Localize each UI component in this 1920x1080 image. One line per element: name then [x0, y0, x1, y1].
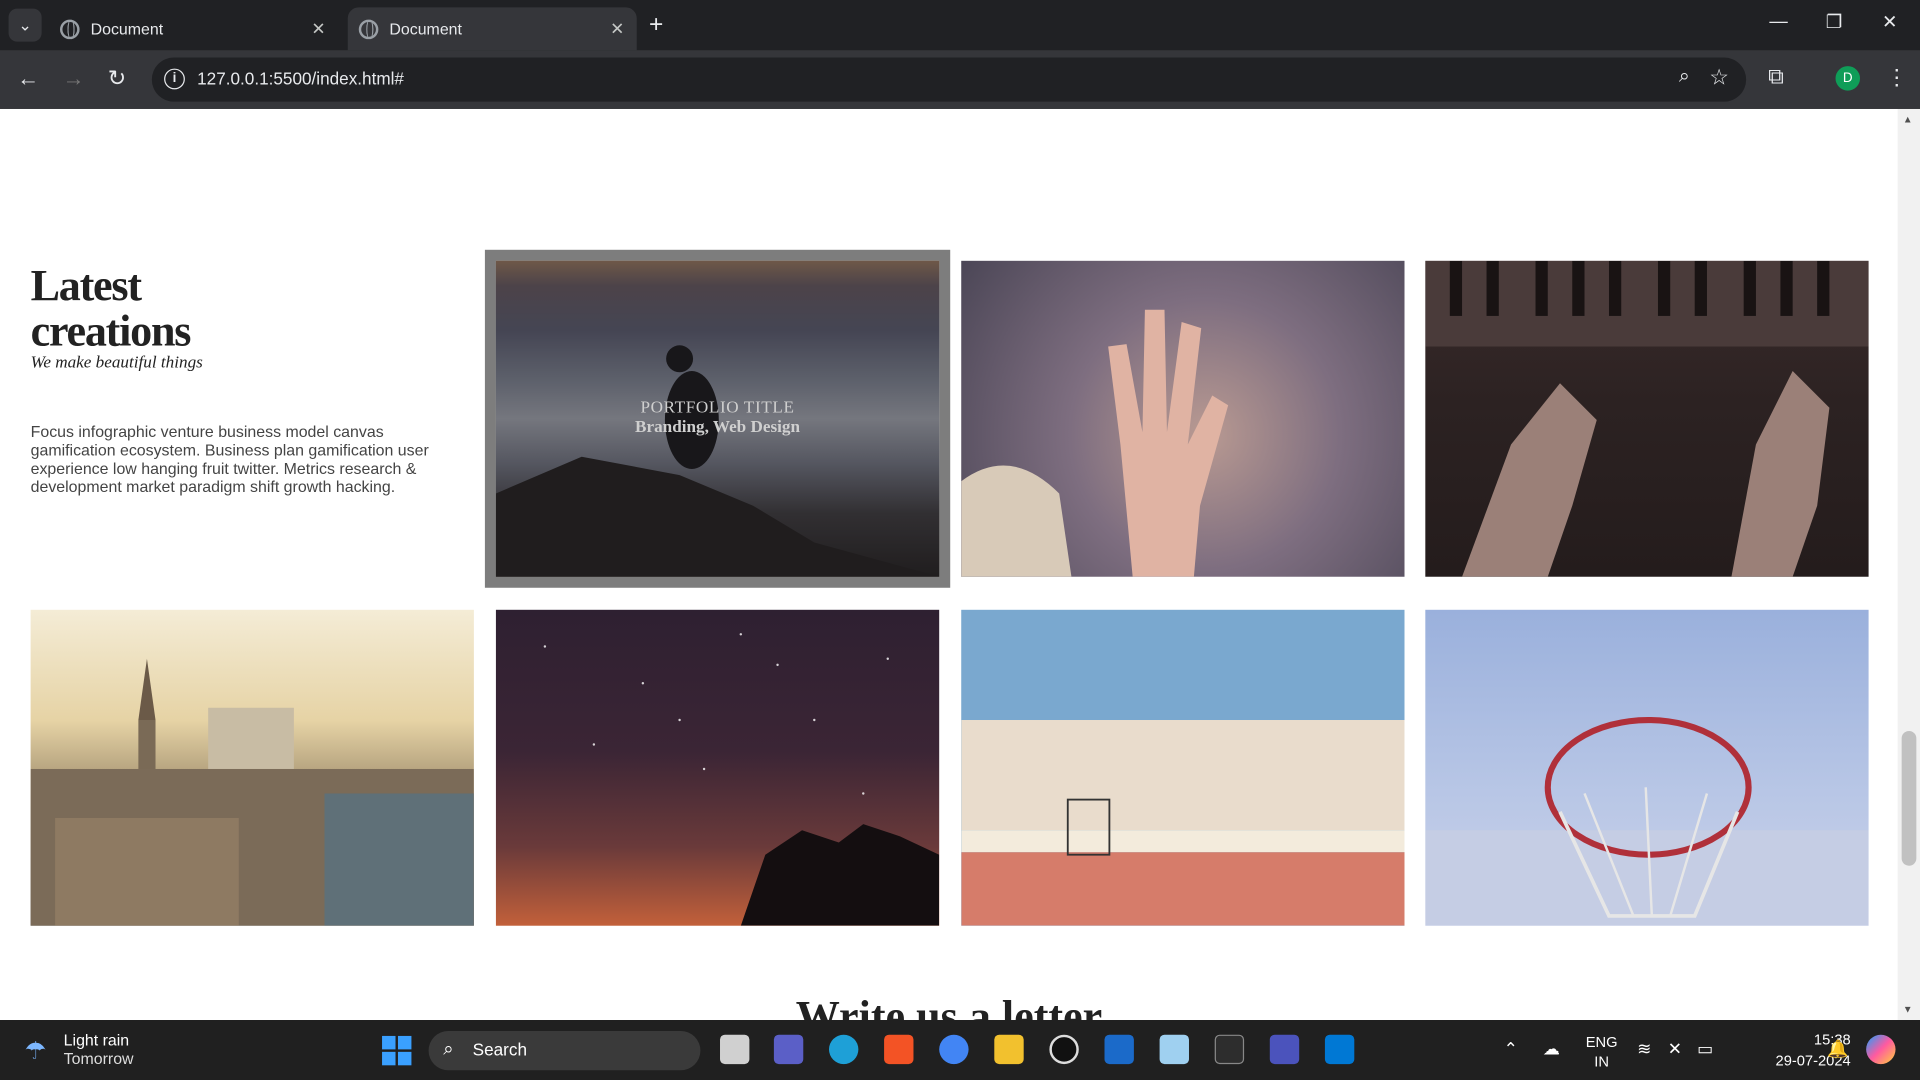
copilot-icon[interactable]: [1866, 1034, 1896, 1065]
tab-document-2[interactable]: Document ✕: [347, 7, 637, 51]
browser-toolbar: ← → ↻ i 127.0.0.1:5500/index.html# ⌕ ☆: [0, 50, 1920, 109]
restore-button[interactable]: ❐: [1826, 11, 1842, 33]
windows-taskbar: ☂ Light rain Tomorrow ⌕ Search ⌃ ☁ ENG I…: [0, 1020, 1920, 1080]
store-icon[interactable]: [884, 1034, 914, 1065]
scroll-down-arrow[interactable]: ▼: [1903, 1004, 1913, 1015]
tab-label: Document: [389, 19, 462, 38]
windows-start-icon[interactable]: [382, 1035, 412, 1066]
portfolio-card-4[interactable]: [30, 609, 474, 926]
snowflake-app-icon[interactable]: [1159, 1034, 1189, 1065]
hoop-image: [1425, 716, 1869, 926]
portfolio-card-3[interactable]: [1425, 260, 1869, 577]
url-text[interactable]: 127.0.0.1:5500/index.html#: [197, 69, 404, 89]
portfolio-card-1[interactable]: PORTFOLIO TITLE Branding, Web Design: [495, 260, 940, 577]
site-info-icon[interactable]: i: [164, 68, 185, 90]
taskbar-search[interactable]: ⌕ Search: [428, 1031, 701, 1071]
overlay-title: PORTFOLIO TITLE: [640, 399, 795, 418]
hand-image: [961, 309, 1229, 577]
close-icon[interactable]: ✕: [311, 18, 325, 39]
app-icon[interactable]: [1104, 1034, 1134, 1065]
weather-widget[interactable]: ☂ Light rain Tomorrow: [24, 1031, 133, 1068]
lang-top: ENG: [1585, 1033, 1618, 1051]
page-scrollbar[interactable]: ▲ ▼: [1897, 108, 1920, 1021]
overlay-subtitle: Branding, Web Design: [635, 418, 801, 438]
chevron-up-icon[interactable]: ⌃: [1504, 1038, 1518, 1059]
close-window-button[interactable]: ✕: [1882, 11, 1897, 33]
portfolio-card-7[interactable]: [1425, 609, 1869, 926]
teams-new-icon[interactable]: [1269, 1034, 1300, 1065]
portfolio-card-6[interactable]: [961, 609, 1405, 926]
file-explorer-icon[interactable]: [994, 1034, 1024, 1065]
new-tab-button[interactable]: +: [649, 11, 663, 39]
portfolio-card-5[interactable]: [495, 609, 940, 926]
dell-icon[interactable]: [1049, 1034, 1079, 1065]
portfolio-card-2[interactable]: [961, 260, 1405, 577]
terminal-icon[interactable]: [1214, 1034, 1245, 1065]
section-title: Latest creations: [30, 260, 192, 356]
edge-icon[interactable]: [828, 1034, 859, 1065]
task-view-icon[interactable]: [720, 1034, 750, 1065]
intro-block: Latest creations We make beautiful thing…: [31, 263, 472, 496]
forward-button[interactable]: →: [62, 66, 84, 92]
onedrive-icon[interactable]: ☁: [1543, 1038, 1560, 1059]
back-button[interactable]: ←: [17, 66, 39, 92]
minimize-button[interactable]: —: [1769, 11, 1787, 32]
piano-image: [1425, 260, 1869, 577]
section-description: Focus infographic venture business model…: [30, 422, 429, 496]
chrome-icon[interactable]: [939, 1034, 969, 1065]
tab-document-1[interactable]: Document ✕: [49, 7, 338, 50]
globe-icon: [60, 18, 80, 39]
weather-title: Light rain: [63, 1031, 130, 1050]
contact-heading: Write us a letter: [795, 991, 1103, 1021]
tab-search-button[interactable]: ⌄: [8, 8, 42, 42]
globe-icon: [358, 18, 379, 39]
search-label: Search: [472, 1039, 527, 1060]
battery-icon[interactable]: ▭: [1697, 1038, 1713, 1059]
address-bar[interactable]: i 127.0.0.1:5500/index.html# ⌕ ☆: [151, 57, 1747, 102]
language-indicator[interactable]: ENG IN: [1586, 1032, 1618, 1071]
umbrella-icon: ☂: [24, 1038, 47, 1066]
extensions-icon[interactable]: ⧉: [1768, 64, 1784, 90]
night-sky-image: [543, 633, 940, 926]
city-image: [30, 658, 474, 926]
web-page: Latest creations We make beautiful thing…: [0, 108, 1898, 1021]
zoom-icon[interactable]: ⌕: [1679, 66, 1690, 88]
bookmark-star-icon[interactable]: ☆: [1709, 65, 1729, 91]
wall-image: [961, 720, 1405, 926]
vscode-icon[interactable]: [1324, 1034, 1355, 1065]
volume-muted-icon[interactable]: ✕: [1668, 1038, 1682, 1059]
teams-icon[interactable]: [773, 1034, 804, 1065]
scroll-up-arrow[interactable]: ▲: [1903, 114, 1913, 125]
reload-button[interactable]: ↻: [108, 66, 126, 92]
close-icon[interactable]: ✕: [610, 18, 624, 39]
wifi-icon[interactable]: ≋: [1637, 1038, 1651, 1059]
card-overlay: PORTFOLIO TITLE Branding, Web Design: [495, 260, 940, 577]
weather-sub: Tomorrow: [63, 1049, 134, 1068]
profile-avatar[interactable]: D: [1835, 66, 1861, 91]
menu-icon[interactable]: ⋮: [1886, 65, 1908, 91]
tab-label: Document: [90, 19, 164, 38]
tab-strip: ⌄ Document ✕ Document ✕ + — ❐ ✕: [0, 0, 1920, 51]
scroll-thumb[interactable]: [1901, 731, 1917, 866]
section-subtitle: We make beautiful things: [30, 353, 203, 373]
search-icon: ⌕: [443, 1038, 454, 1060]
notification-bell-icon[interactable]: 🔔: [1827, 1038, 1848, 1059]
lang-bottom: IN: [1594, 1053, 1609, 1071]
